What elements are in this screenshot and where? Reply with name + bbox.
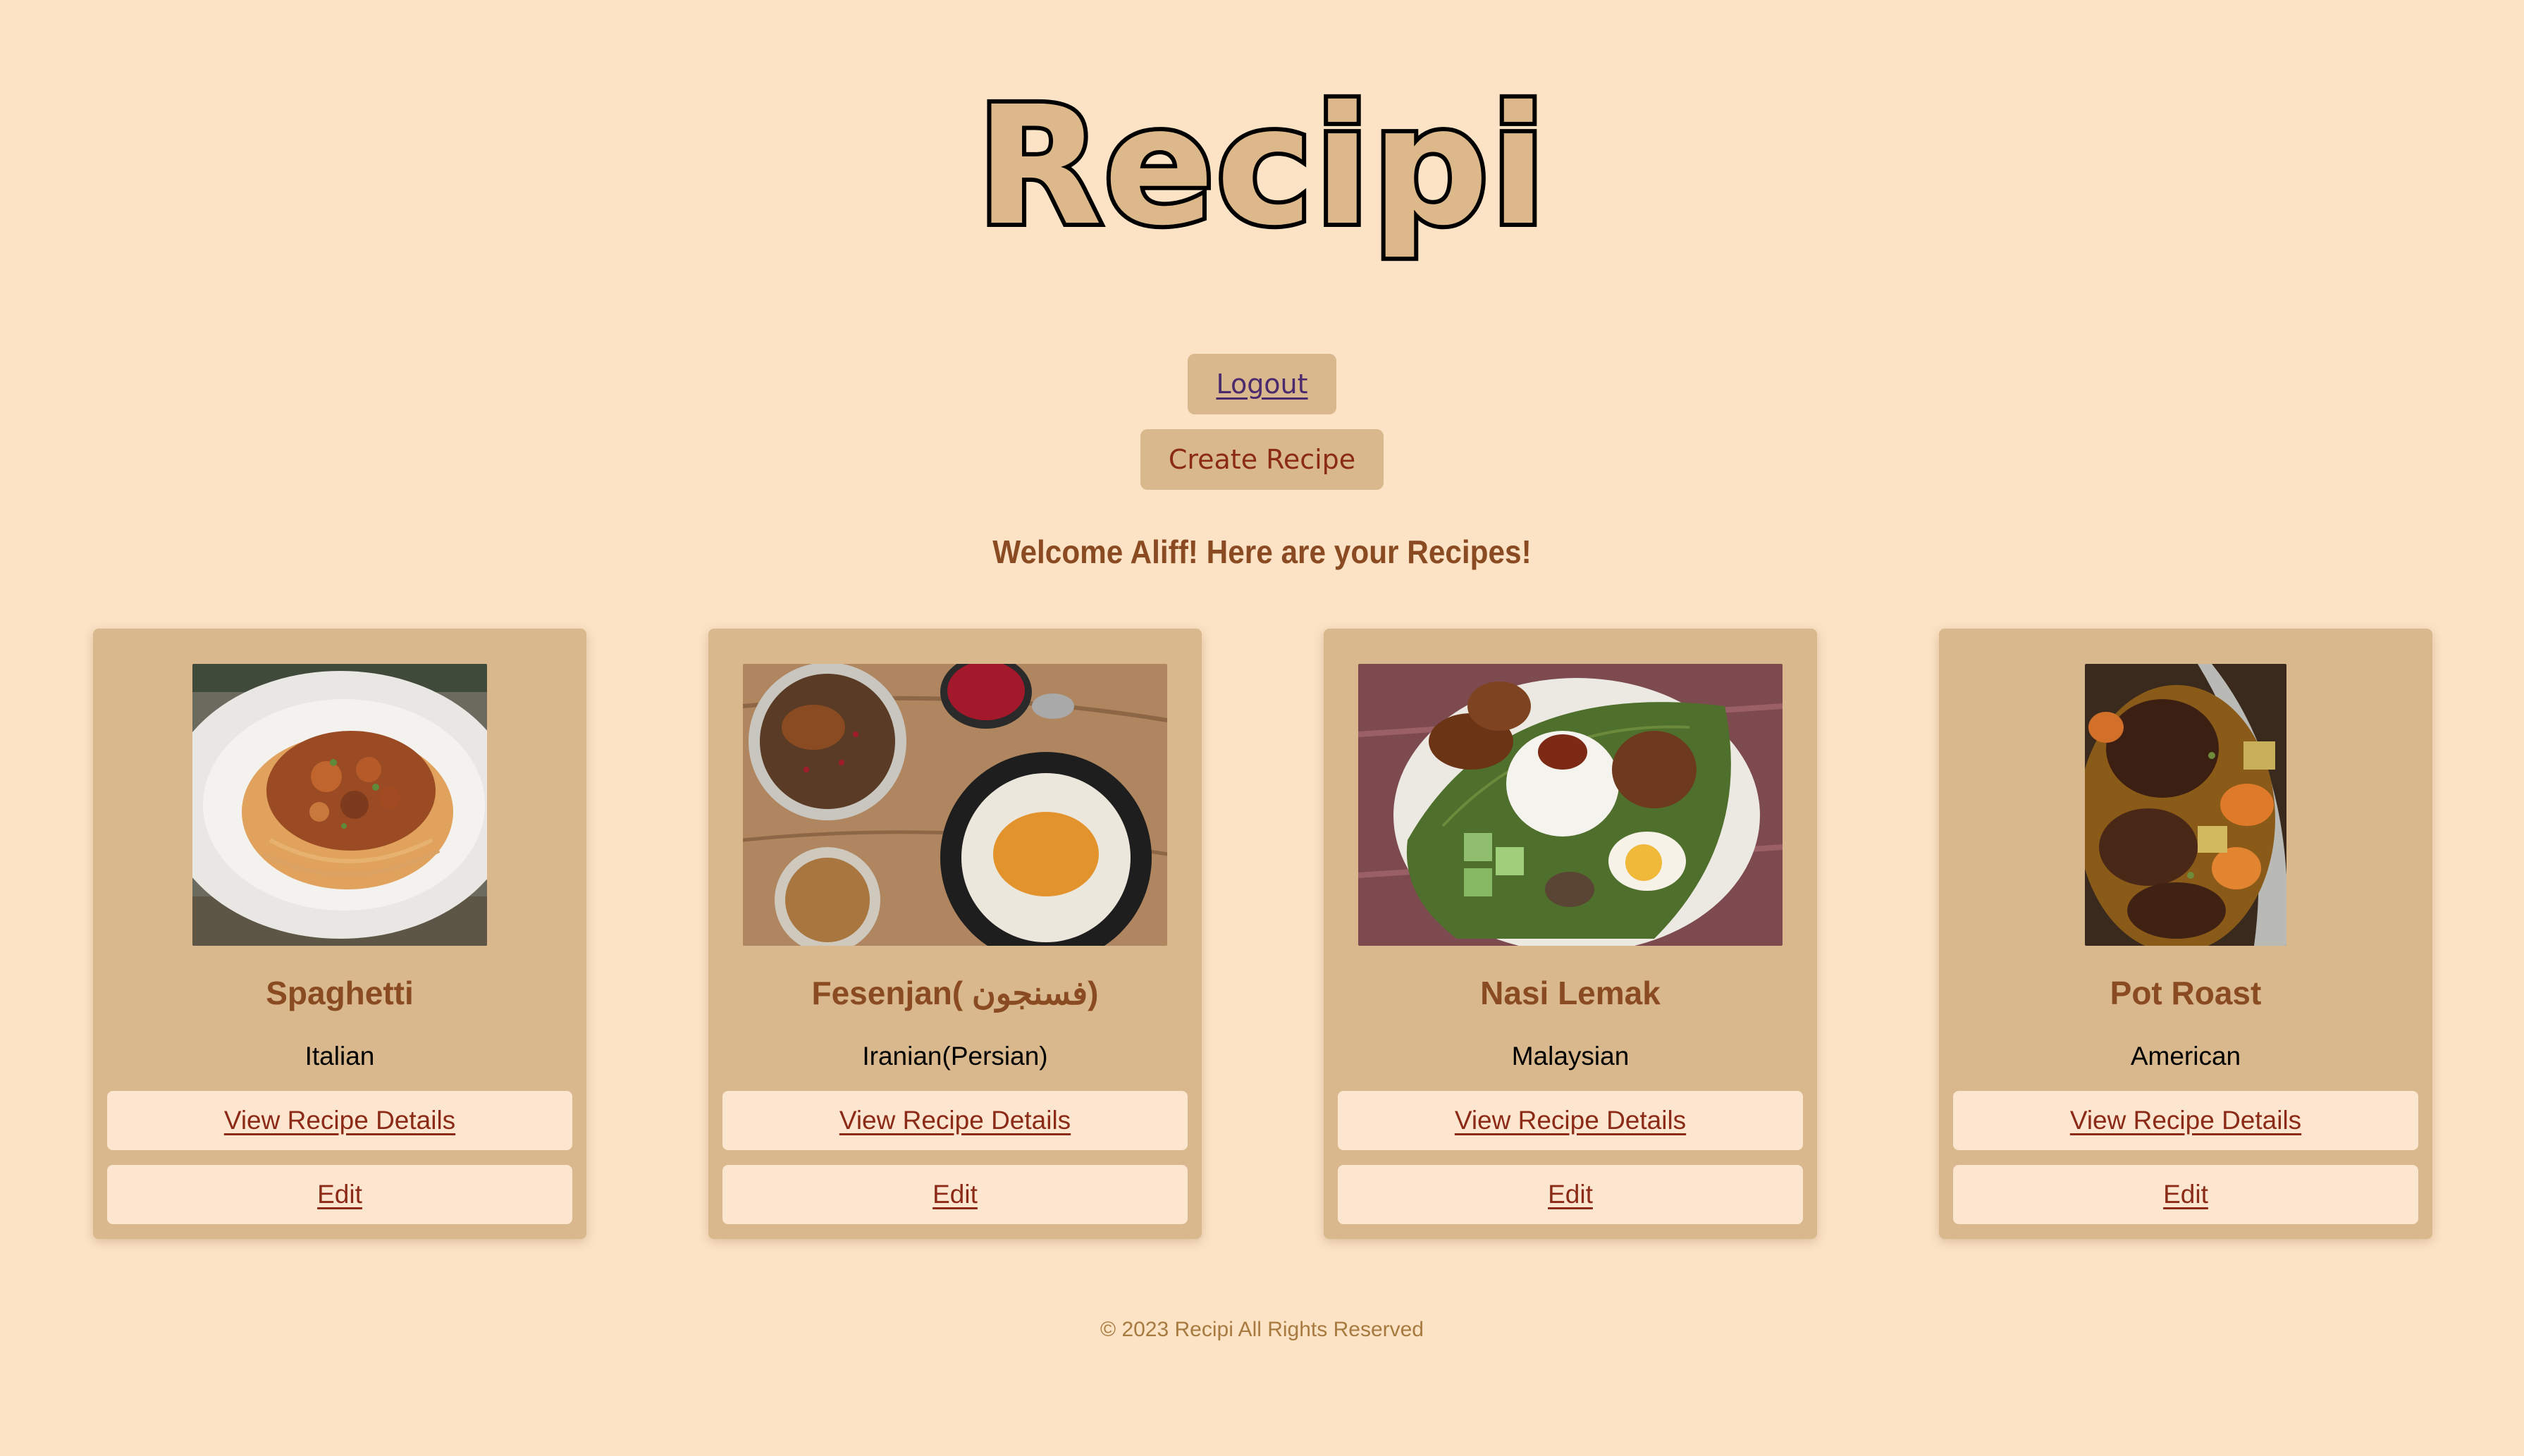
recipe-card-spaghetti: Spaghetti Italian View Recipe Details Ed…	[93, 629, 586, 1239]
create-recipe-button[interactable]: Create Recipe	[1140, 429, 1384, 490]
recipe-cuisine: Malaysian	[1511, 1042, 1630, 1071]
fesenjan-photo	[743, 664, 1167, 946]
edit-recipe-button[interactable]: Edit	[107, 1165, 572, 1224]
recipe-card-grid: Spaghetti Italian View Recipe Details Ed…	[93, 629, 2433, 1239]
recipe-cuisine: American	[2130, 1042, 2241, 1071]
edit-recipe-button[interactable]: Edit	[1953, 1165, 2418, 1224]
recipi-logo: Recipi	[972, 71, 1551, 261]
logout-button[interactable]: Logout	[1188, 354, 1336, 414]
recipe-title: Fesenjan( فسنجون)	[811, 975, 1099, 1011]
recipe-card-pot-roast: Pot Roast American View Recipe Details E…	[1939, 629, 2432, 1239]
recipe-title: Nasi Lemak	[1480, 975, 1661, 1011]
recipe-card-nasi-lemak: Nasi Lemak Malaysian View Recipe Details…	[1324, 629, 1817, 1239]
spaghetti-photo	[192, 664, 487, 946]
edit-recipe-button[interactable]: Edit	[722, 1165, 1188, 1224]
edit-recipe-button[interactable]: Edit	[1338, 1165, 1803, 1224]
footer-copyright: © 2023 Recipi All Rights Reserved	[1100, 1318, 1424, 1341]
view-recipe-details-button[interactable]: View Recipe Details	[107, 1091, 572, 1150]
recipe-title: Pot Roast	[2110, 975, 2262, 1011]
recipe-cuisine: Italian	[304, 1042, 375, 1071]
recipe-card-fesenjan: Fesenjan( فسنجون) Iranian(Persian) View …	[708, 629, 1202, 1239]
recipe-title: Spaghetti	[266, 975, 414, 1011]
view-recipe-details-button[interactable]: View Recipe Details	[1953, 1091, 2418, 1150]
pot-roast-photo	[2085, 664, 2286, 946]
nasi-lemak-photo	[1358, 664, 1783, 946]
header-actions: Logout Create Recipe	[0, 354, 2524, 490]
view-recipe-details-button[interactable]: View Recipe Details	[1338, 1091, 1803, 1150]
view-recipe-details-button[interactable]: View Recipe Details	[722, 1091, 1188, 1150]
welcome-message: Welcome Aliff! Here are your Recipes!	[992, 533, 1532, 570]
recipe-cuisine: Iranian(Persian)	[862, 1042, 1048, 1071]
